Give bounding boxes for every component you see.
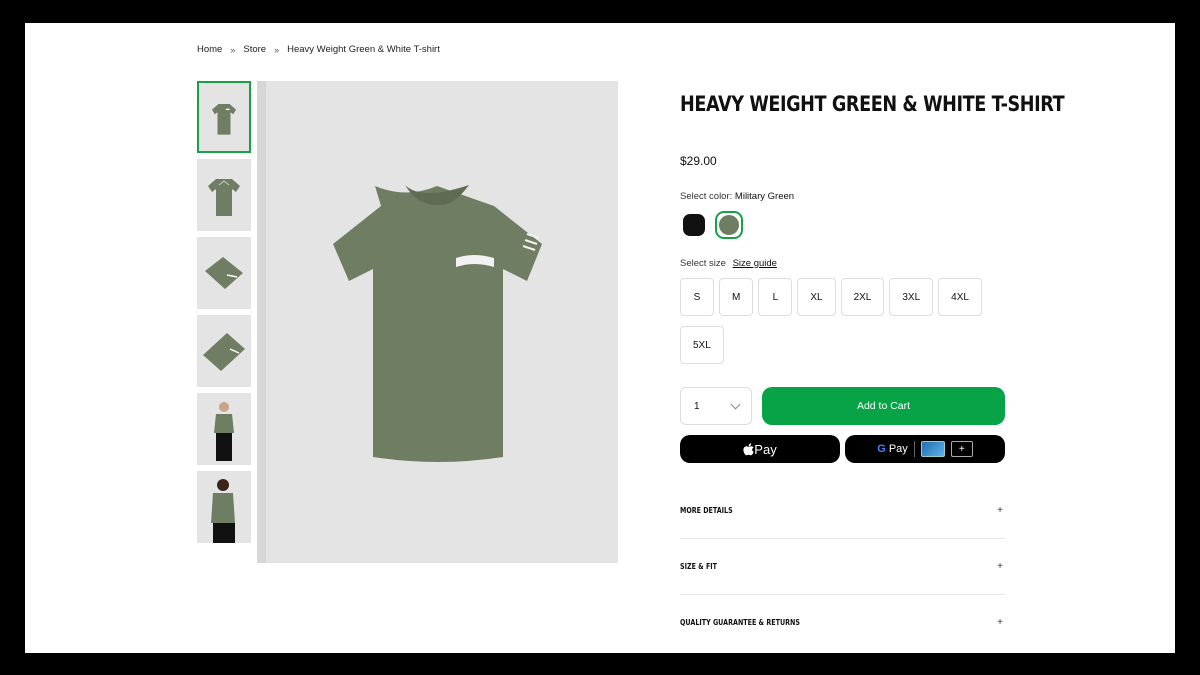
- size-button-2xl[interactable]: 2XL: [840, 278, 885, 316]
- product-info: Heavy Weight Green & White T-shirt $29.0…: [680, 92, 1065, 628]
- accordion-size-fit[interactable]: Size & Fit +: [680, 539, 1005, 595]
- color-label: Select color: Military Green: [680, 191, 794, 202]
- apple-pay-label: Pay: [754, 441, 777, 457]
- accordion-label: More Details: [680, 506, 733, 515]
- tshirt-illustration: [333, 185, 542, 462]
- accordion-label: Size & Fit: [680, 562, 718, 571]
- add-to-cart-button[interactable]: Add to Cart: [762, 387, 1005, 425]
- product-main-image: [257, 81, 618, 563]
- accordion-quality-returns[interactable]: Quality Guarantee & Returns +: [680, 595, 1005, 650]
- selected-color-name: Military Green: [734, 191, 795, 202]
- breadcrumb: Home » Store » Heavy Weight Green & Whit…: [197, 44, 440, 55]
- breadcrumb-store[interactable]: Store: [243, 44, 266, 55]
- plus-icon: +: [950, 441, 973, 457]
- size-button-5xl[interactable]: 5XL: [680, 326, 724, 364]
- breadcrumb-current: Heavy Weight Green & White T-shirt: [287, 44, 440, 55]
- size-button-m[interactable]: M: [719, 278, 754, 316]
- thumbnail-model-back[interactable]: [197, 471, 251, 543]
- size-button-4xl[interactable]: 4XL: [938, 278, 982, 316]
- size-guide-link[interactable]: Size guide: [733, 258, 777, 269]
- divider: [913, 441, 915, 457]
- thumbnail-model-front[interactable]: [197, 393, 251, 465]
- swatch-military-green[interactable]: [715, 211, 743, 239]
- product-price: $29.00: [680, 154, 717, 168]
- size-button-l[interactable]: L: [758, 278, 793, 316]
- size-button-s[interactable]: S: [680, 278, 714, 316]
- size-button-xl[interactable]: XL: [797, 278, 836, 316]
- product-title: Heavy Weight Green & White T-shirt: [680, 92, 1065, 116]
- plus-icon: +: [997, 617, 1003, 628]
- swatch-black[interactable]: [680, 211, 708, 239]
- thumbnail-front[interactable]: [197, 81, 251, 153]
- apple-pay-button[interactable]: Pay: [680, 435, 840, 463]
- breadcrumb-separator: »: [274, 44, 280, 55]
- thumbnail-folded-1[interactable]: [197, 237, 251, 309]
- size-label-text: Select size: [680, 258, 726, 269]
- accordion-label: Quality Guarantee & Returns: [680, 618, 800, 627]
- card-icon: [920, 441, 945, 457]
- apple-logo-icon: [743, 442, 754, 455]
- breadcrumb-separator: »: [230, 44, 236, 55]
- google-pay-g: G Pay: [877, 443, 908, 455]
- accordion: More Details + Size & Fit + Quality Guar…: [680, 483, 1005, 650]
- google-pay-button[interactable]: G Pay +: [845, 435, 1005, 463]
- accordion-more-details[interactable]: More Details +: [680, 483, 1005, 539]
- thumbnail-list: [197, 81, 253, 549]
- chevron-down-icon: [730, 399, 741, 410]
- thumbnail-back[interactable]: [197, 159, 251, 231]
- color-swatches: [680, 211, 743, 239]
- quantity-value: 1: [694, 400, 700, 412]
- size-button-3xl[interactable]: 3XL: [889, 278, 934, 316]
- quantity-select[interactable]: 1: [680, 387, 752, 425]
- size-label: Select size Size guide: [680, 258, 777, 269]
- color-label-text: Select color:: [680, 191, 733, 202]
- plus-icon: +: [997, 505, 1003, 516]
- breadcrumb-home[interactable]: Home: [197, 44, 222, 55]
- thumbnail-folded-2[interactable]: [197, 315, 251, 387]
- size-options: S M L XL 2XL 3XL 4XL 5XL: [680, 278, 1000, 364]
- plus-icon: +: [997, 561, 1003, 572]
- product-page: Home » Store » Heavy Weight Green & Whit…: [25, 23, 1175, 653]
